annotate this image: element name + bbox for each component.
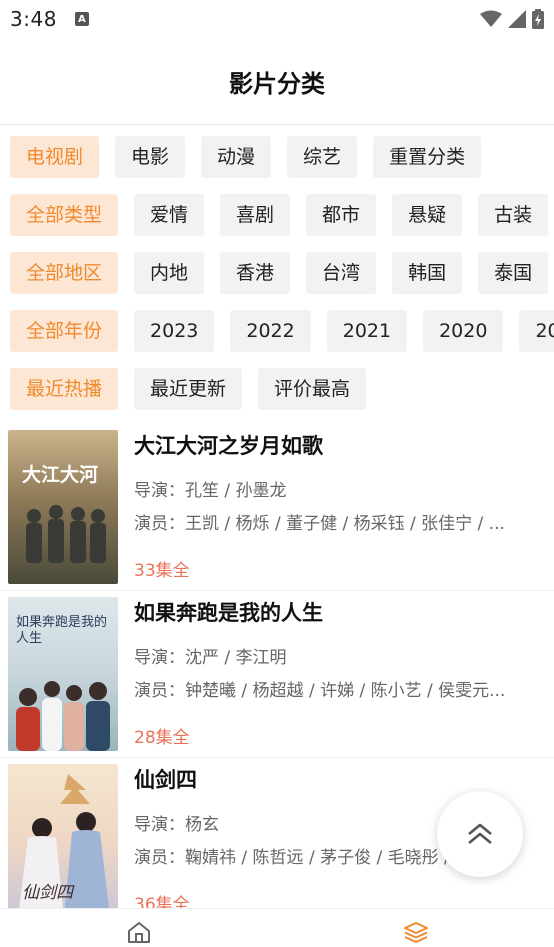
- chip-year[interactable]: 2023: [134, 310, 215, 352]
- episode-count: 33集全: [134, 561, 190, 581]
- signal-icon: [508, 10, 526, 28]
- filter-row-category: 电视剧 电影 动漫 综艺 重置分类: [10, 136, 554, 180]
- status-time: 3:48: [10, 7, 57, 31]
- chip-year[interactable]: 2022: [230, 310, 311, 352]
- chip-category[interactable]: 电影: [115, 136, 186, 178]
- movie-director: 导演：孔笙 / 孙墨龙: [134, 481, 287, 501]
- filter-row-type: 全部类型 爱情 喜剧 都市 悬疑 古装: [10, 194, 554, 238]
- layers-icon: [404, 922, 428, 943]
- chip-category[interactable]: 电视剧: [10, 136, 100, 178]
- bottom-tab-bar: [0, 908, 554, 945]
- chip-region[interactable]: 韩国: [392, 252, 463, 294]
- chip-year[interactable]: 2020: [423, 310, 504, 352]
- chip-year[interactable]: 全部年份: [10, 310, 119, 352]
- home-icon: [128, 922, 150, 943]
- chip-year[interactable]: 2019: [519, 310, 554, 352]
- chip-year[interactable]: 2021: [326, 310, 408, 352]
- list-item[interactable]: 如果奔跑是我的人生 如果奔跑是我的人生 导演：沈严 / 李江明 演员：钟楚曦 /…: [0, 591, 554, 758]
- tab-categories[interactable]: [403, 921, 429, 947]
- chip-category[interactable]: 动漫: [201, 136, 272, 178]
- chip-region[interactable]: 台湾: [306, 252, 377, 294]
- poster-title-art: 仙剑四: [22, 883, 73, 903]
- chip-type[interactable]: 喜剧: [220, 194, 291, 236]
- chip-region[interactable]: 内地: [134, 252, 205, 294]
- chip-type[interactable]: 爱情: [134, 194, 205, 236]
- movie-title: 如果奔跑是我的人生: [134, 601, 323, 625]
- poster-image: 大江大河: [8, 430, 118, 584]
- chip-type[interactable]: 古装: [478, 194, 549, 236]
- wifi-icon: [480, 10, 502, 27]
- double-chevron-up-icon: [468, 823, 492, 845]
- movie-cast: 演员：王凯 / 杨烁 / 董子健 / 杨采钰 / 张佳宁 / ...: [134, 514, 505, 534]
- chip-region[interactable]: 香港: [220, 252, 291, 294]
- header: 影片分类: [0, 38, 554, 125]
- tab-home[interactable]: [127, 921, 151, 947]
- episode-count: 28集全: [134, 728, 190, 748]
- chip-category[interactable]: 综艺: [287, 136, 358, 178]
- reset-filter-button[interactable]: 重置分类: [373, 136, 482, 178]
- filter-row-region: 全部地区 内地 香港 台湾 韩国 泰国: [10, 252, 554, 296]
- chip-type[interactable]: 全部类型: [10, 194, 119, 236]
- poster-figures: [16, 681, 110, 751]
- poster-figures: [26, 505, 106, 563]
- movie-director: 导演：沈严 / 李江明: [134, 648, 287, 668]
- filter-panel: 电视剧 电影 动漫 综艺 重置分类 全部类型 爱情 喜剧 都市 悬疑 古装 全部…: [0, 125, 554, 412]
- poster-image: 仙剑四: [8, 764, 118, 918]
- list-item[interactable]: 大江大河 大江大河之岁月如歌 导演：孔笙 / 孙墨龙 演员：王凯 / 杨烁 / …: [0, 424, 554, 591]
- poster-image: 如果奔跑是我的人生: [8, 597, 118, 751]
- status-bar: 3:48 A: [0, 0, 554, 38]
- movie-title: 大江大河之岁月如歌: [134, 434, 323, 458]
- chip-type[interactable]: 都市: [306, 194, 377, 236]
- chip-region[interactable]: 泰国: [478, 252, 549, 294]
- notification-icon: A: [74, 12, 89, 26]
- page-title: 影片分类: [229, 69, 325, 98]
- filter-row-year: 全部年份 2023 2022 2021 2020 2019: [10, 310, 554, 354]
- chip-sort[interactable]: 最近热播: [10, 368, 119, 410]
- battery-icon: [532, 9, 544, 29]
- movie-cast: 演员：钟楚曦 / 杨超越 / 许娣 / 陈小艺 / 侯雯元...: [134, 681, 506, 701]
- chip-region[interactable]: 全部地区: [10, 252, 119, 294]
- chip-sort[interactable]: 评价最高: [258, 368, 367, 410]
- scroll-to-top-button[interactable]: [437, 791, 523, 877]
- filter-row-sort: 最近热播 最近更新 评价最高: [10, 368, 554, 412]
- chip-sort[interactable]: 最近更新: [134, 368, 243, 410]
- chip-type[interactable]: 悬疑: [392, 194, 463, 236]
